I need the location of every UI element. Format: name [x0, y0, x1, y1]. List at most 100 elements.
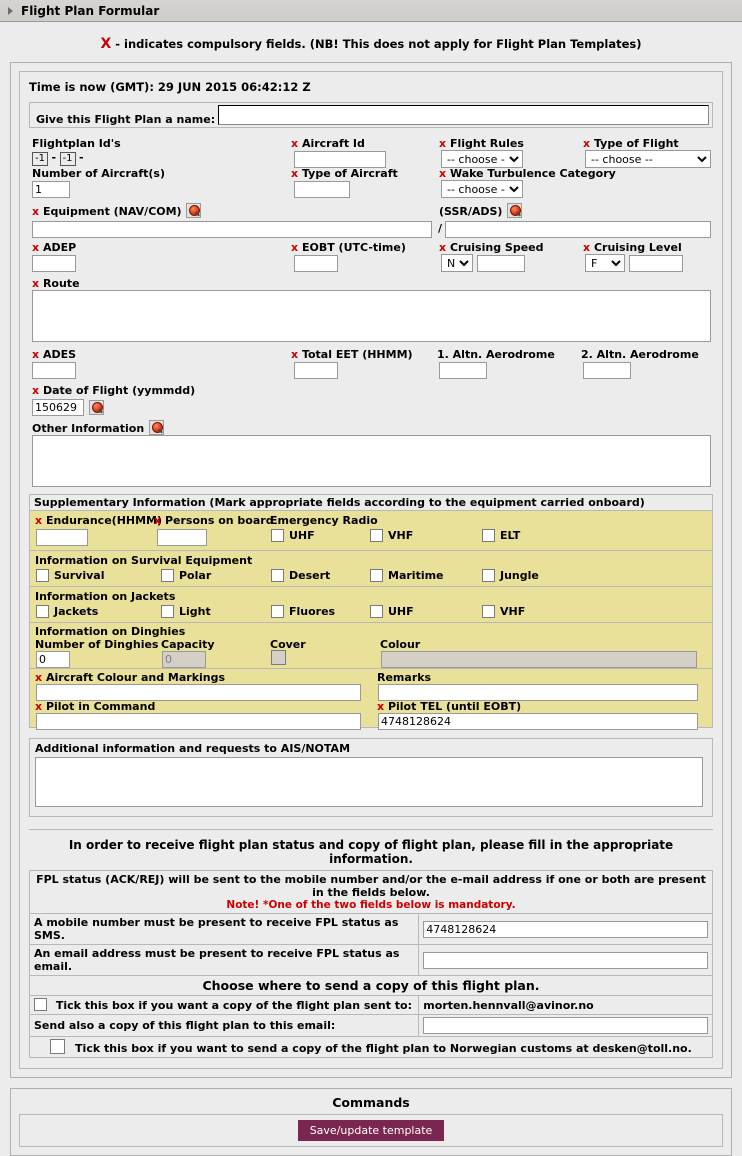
eobt-input[interactable] [294, 255, 338, 272]
endurance-input[interactable] [36, 529, 88, 546]
checkbox-icon[interactable] [370, 529, 383, 542]
dinghies-number-input[interactable] [36, 651, 70, 668]
other-information-textarea[interactable] [32, 435, 711, 487]
endurance-label-text: Endurance(HHMM) [45, 514, 163, 527]
survival-item-desert[interactable]: Desert [271, 569, 330, 582]
cruising-level-prefix-select[interactable]: F [585, 254, 625, 272]
send-also-email-input[interactable] [423, 1017, 708, 1034]
equipment-input[interactable] [32, 221, 432, 238]
save-update-template-button[interactable]: Save/update template [297, 1120, 445, 1141]
magnifier-icon[interactable] [507, 203, 523, 218]
wake-turbulence-select[interactable]: -- choose -- [441, 180, 523, 198]
checkbox-icon[interactable] [370, 605, 383, 618]
survival-item-maritime[interactable]: Maritime [370, 569, 444, 582]
aircraft-colour-label: x Aircraft Colour and Markings [35, 671, 225, 684]
ssr-ads-input[interactable] [445, 221, 711, 238]
pilot-in-command-input[interactable] [36, 713, 361, 730]
survival-item-polar[interactable]: Polar [161, 569, 211, 582]
aircraft-colour-input[interactable] [36, 684, 361, 701]
type-of-aircraft-input[interactable] [294, 181, 350, 198]
table-row: Choose where to send a copy of this flig… [29, 975, 713, 996]
checkbox-icon[interactable] [161, 605, 174, 618]
survival-item-label: Maritime [388, 569, 444, 582]
total-eet-input[interactable] [294, 362, 338, 379]
email-address-input[interactable] [423, 951, 708, 969]
survival-item-jungle[interactable]: Jungle [482, 569, 539, 582]
mobile-value-cell [418, 913, 713, 945]
customs-checkbox[interactable] [50, 1039, 66, 1054]
ais-notam-textarea[interactable] [35, 757, 703, 807]
survival-item-survival[interactable]: Survival [36, 569, 104, 582]
dinghies-cover-checkbox[interactable] [271, 650, 286, 665]
triangle-right-icon[interactable] [8, 6, 13, 15]
altn2-label: 2. Altn. Aerodrome [581, 348, 699, 361]
checkbox-icon[interactable] [482, 569, 495, 582]
checkbox-icon[interactable] [36, 569, 49, 582]
jackets-item-jackets[interactable]: Jackets [36, 605, 98, 618]
copy-flightplan-checkbox[interactable] [34, 998, 47, 1011]
persons-on-board-input[interactable] [157, 529, 207, 546]
flight-plan-name-input[interactable] [218, 105, 709, 125]
altn2-input[interactable] [583, 362, 631, 379]
cruising-speed-prefix-select[interactable]: N [441, 254, 473, 272]
checkbox-icon[interactable] [271, 529, 284, 542]
flight-rules-select[interactable]: -- choose -- [441, 150, 523, 168]
emergency-radio-elt[interactable]: ELT [482, 529, 520, 542]
ades-input[interactable] [32, 362, 76, 379]
dinghies-band: Information on Dinghies Number of Dinghi… [30, 623, 712, 669]
wake-turbulence-label: x Wake Turbulence Category [439, 167, 616, 180]
commands-title: Commands [332, 1095, 410, 1110]
wake-turbulence-label-text: Wake Turbulence Category [449, 167, 616, 180]
checkbox-icon[interactable] [482, 605, 495, 618]
table-row: FPL status (ACK/REJ) will be sent to the… [29, 870, 713, 914]
cruising-level-input[interactable] [629, 255, 683, 272]
remarks-input[interactable] [378, 684, 698, 701]
emergency-radio-uhf[interactable]: UHF [271, 529, 315, 542]
number-of-aircraft-input[interactable] [32, 181, 70, 198]
magnifier-icon[interactable] [149, 420, 164, 435]
ssr-ads-separator: / [438, 222, 443, 235]
magnifier-icon[interactable] [186, 203, 202, 218]
dinghies-capacity-input[interactable] [162, 651, 206, 668]
emergency-radio-label: Emergency Radio [270, 514, 378, 527]
checkbox-icon[interactable] [271, 569, 284, 582]
ais-notam-section: Additional information and requests to A… [29, 738, 713, 817]
emergency-radio-vhf[interactable]: VHF [370, 529, 413, 542]
dinghies-number-label: Number of Dinghies [35, 638, 159, 651]
checkbox-icon[interactable] [36, 605, 49, 618]
jackets-item-uhf[interactable]: UHF [370, 605, 414, 618]
aircraft-id-input[interactable] [294, 151, 386, 168]
checkbox-icon[interactable] [370, 569, 383, 582]
type-of-flight-select[interactable]: -- choose -- [585, 150, 711, 168]
date-of-flight-input[interactable] [32, 399, 84, 416]
cruising-speed-input[interactable] [477, 255, 525, 272]
jackets-item-light[interactable]: Light [161, 605, 211, 618]
remarks-label: Remarks [377, 671, 432, 684]
checkbox-icon[interactable] [271, 605, 284, 618]
magnifier-icon[interactable] [89, 400, 104, 415]
adep-input[interactable] [32, 255, 76, 272]
dinghies-colour-input[interactable] [381, 651, 697, 668]
status-table: FPL status (ACK/REJ) will be sent to the… [28, 870, 713, 1058]
required-marker: x [583, 241, 591, 254]
mobile-number-input[interactable] [423, 920, 708, 938]
altn1-input[interactable] [439, 362, 487, 379]
window-title: Flight Plan Formular [21, 3, 160, 18]
survival-heading: Information on Survival Equipment [35, 554, 253, 567]
required-marker: x [439, 241, 447, 254]
flightplan-ids-value: -1 - -1 - [32, 151, 84, 166]
dinghies-capacity-label: Capacity [161, 638, 215, 651]
type-of-aircraft-label: x Type of Aircraft [291, 167, 398, 180]
commands-panel: Commands Save/update template [10, 1088, 732, 1156]
required-marker: x [32, 348, 40, 361]
route-textarea[interactable] [32, 290, 711, 342]
aircraft-id-label: x Aircraft Id [291, 137, 365, 150]
checkbox-icon[interactable] [482, 529, 495, 542]
send-also-label-cell: Send also a copy of this flight plan to … [28, 1014, 420, 1037]
pilot-tel-input[interactable] [378, 713, 698, 730]
checkbox-icon[interactable] [161, 569, 174, 582]
send-also-value-cell [418, 1014, 713, 1037]
jackets-item-fluores[interactable]: Fluores [271, 605, 335, 618]
jackets-item-vhf[interactable]: VHF [482, 605, 525, 618]
cruising-speed-label-text: Cruising Speed [449, 241, 544, 254]
